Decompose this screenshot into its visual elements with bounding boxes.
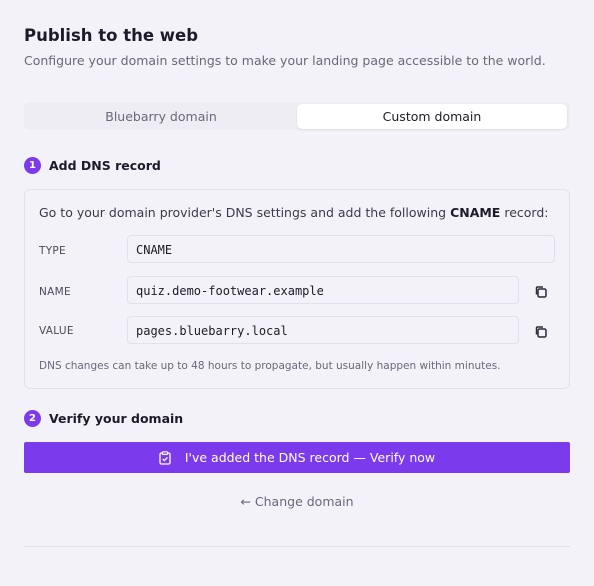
step-number: 2: [24, 410, 41, 427]
record-type-emphasis: CNAME: [450, 205, 501, 220]
tab-custom-domain[interactable]: Custom domain: [297, 104, 567, 129]
change-domain-link[interactable]: ← Change domain: [24, 494, 570, 509]
value-field[interactable]: pages.bluebarry.local: [127, 316, 519, 344]
step-label: Verify your domain: [49, 411, 184, 426]
publish-panel: Publish to the web Configure your domain…: [24, 0, 570, 586]
verify-now-button[interactable]: I've added the DNS record — Verify now: [24, 442, 570, 473]
name-label: NAME: [39, 286, 71, 298]
page-title: Publish to the web: [24, 26, 199, 45]
dns-record-card: Go to your domain provider's DNS setting…: [24, 189, 570, 389]
step-number: 1: [24, 157, 41, 174]
step-label: Add DNS record: [49, 158, 161, 173]
propagation-note: DNS changes can take up to 48 hours to p…: [39, 360, 501, 372]
type-field[interactable]: CNAME: [127, 235, 555, 263]
divider: [24, 546, 570, 547]
page-subtitle: Configure your domain settings to make y…: [24, 53, 546, 68]
tab-bluebarry-domain[interactable]: Bluebarry domain: [26, 104, 296, 129]
step-add-dns: 1 Add DNS record: [24, 157, 161, 174]
copy-value-icon[interactable]: [533, 324, 549, 340]
type-label: TYPE: [39, 245, 66, 257]
copy-name-icon[interactable]: [533, 284, 549, 300]
clipboard-check-icon: [159, 450, 171, 465]
value-label: VALUE: [39, 325, 74, 337]
dns-instructions: Go to your domain provider's DNS setting…: [39, 205, 549, 220]
verify-button-label: I've added the DNS record — Verify now: [184, 450, 436, 465]
name-field[interactable]: quiz.demo-footwear.example: [127, 276, 519, 304]
step-verify: 2 Verify your domain: [24, 410, 183, 427]
domain-tabs: Bluebarry domain Custom domain: [24, 102, 570, 130]
